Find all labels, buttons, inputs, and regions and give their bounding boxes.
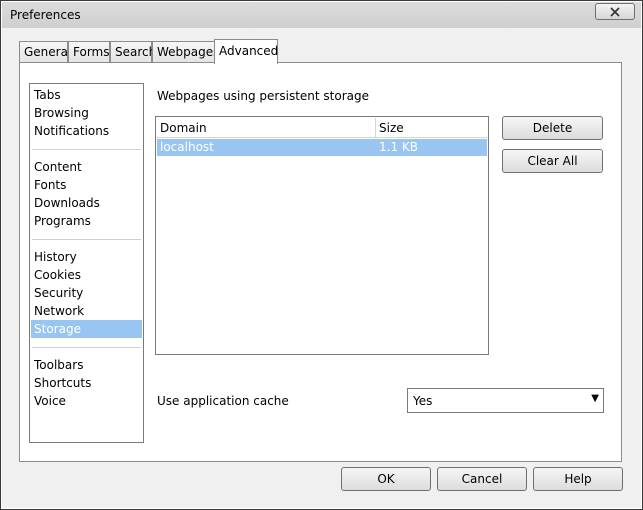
- sidebar-item-label: Network: [34, 304, 85, 318]
- ok-button[interactable]: OK: [341, 467, 431, 491]
- application-cache-label: Use application cache: [157, 394, 289, 408]
- preferences-window: Preferences General Forms Search Webpage…: [0, 0, 643, 510]
- sidebar-item-fonts[interactable]: Fonts: [31, 176, 142, 194]
- sidebar-item-label: Storage: [34, 322, 81, 336]
- sidebar-item-toolbars[interactable]: Toolbars: [31, 356, 142, 374]
- sidebar-item-label: Voice: [34, 394, 66, 408]
- sidebar-item-label: Programs: [34, 214, 91, 228]
- sidebar-item-cookies[interactable]: Cookies: [31, 266, 142, 284]
- ok-button-label: OK: [377, 472, 395, 486]
- sidebar-item-label: Downloads: [34, 196, 100, 210]
- delete-button-label: Delete: [532, 121, 573, 135]
- title-bar: Preferences: [2, 2, 641, 28]
- domain-cell: localhost: [160, 140, 214, 154]
- sidebar-item-programs[interactable]: Programs: [31, 212, 142, 230]
- tab-webpages[interactable]: Webpages: [152, 41, 219, 63]
- table-row[interactable]: localhost 1.1 KB: [157, 139, 487, 156]
- window-title: Preferences: [10, 8, 81, 22]
- sidebar-item-shortcuts[interactable]: Shortcuts: [31, 374, 142, 392]
- sidebar-item-downloads[interactable]: Downloads: [31, 194, 142, 212]
- sidebar-item-label: Content: [34, 160, 82, 174]
- sidebar-divider: [32, 149, 141, 150]
- sidebar-item-label: Tabs: [34, 88, 61, 102]
- close-icon: [610, 6, 620, 17]
- storage-heading: Webpages using persistent storage: [157, 89, 369, 103]
- tab-label: Forms: [73, 45, 110, 59]
- clear-all-button-label: Clear All: [527, 154, 578, 168]
- close-button[interactable]: [595, 3, 635, 20]
- sidebar-divider: [32, 347, 141, 348]
- chevron-down-icon: ▼: [591, 393, 599, 404]
- tab-label: Search: [115, 45, 157, 59]
- column-header-size[interactable]: Size: [376, 118, 487, 138]
- tab-search[interactable]: Search: [110, 41, 156, 63]
- column-header-domain[interactable]: Domain: [157, 118, 376, 138]
- help-button[interactable]: Help: [533, 467, 623, 491]
- tab-forms[interactable]: Forms: [68, 41, 110, 63]
- size-cell: 1.1 KB: [379, 140, 418, 154]
- sidebar-item-security[interactable]: Security: [31, 284, 142, 302]
- sidebar-item-tabs[interactable]: Tabs: [31, 86, 142, 104]
- cancel-button-label: Cancel: [461, 472, 503, 486]
- help-button-label: Help: [564, 472, 592, 486]
- delete-button[interactable]: Delete: [502, 116, 603, 140]
- sidebar-item-notifications[interactable]: Notifications: [31, 122, 142, 140]
- sidebar-divider: [32, 239, 141, 240]
- tab-general[interactable]: General: [19, 41, 72, 63]
- sidebar-item-label: Shortcuts: [34, 376, 92, 390]
- sidebar-item-label: Toolbars: [34, 358, 84, 372]
- sidebar: Tabs Browsing Notifications Content Font…: [29, 83, 144, 443]
- sidebar-item-storage[interactable]: Storage: [31, 320, 142, 338]
- sidebar-item-voice[interactable]: Voice: [31, 392, 142, 410]
- cancel-button[interactable]: Cancel: [437, 467, 527, 491]
- tab-label: General: [24, 45, 72, 59]
- application-cache-value: Yes: [413, 394, 433, 408]
- tab-advanced[interactable]: Advanced: [214, 39, 278, 64]
- sidebar-item-network[interactable]: Network: [31, 302, 142, 320]
- sidebar-item-browsing[interactable]: Browsing: [31, 104, 142, 122]
- sidebar-item-content[interactable]: Content: [31, 158, 142, 176]
- sidebar-item-label: Fonts: [34, 178, 67, 192]
- sidebar-item-label: Browsing: [34, 106, 89, 120]
- application-cache-select[interactable]: Yes ▼: [407, 388, 604, 413]
- tab-label: Webpages: [157, 45, 220, 59]
- sidebar-item-label: Cookies: [34, 268, 81, 282]
- sidebar-item-label: Notifications: [34, 124, 110, 138]
- clear-all-button[interactable]: Clear All: [502, 149, 603, 173]
- sidebar-item-label: Security: [34, 286, 84, 300]
- storage-table: Domain Size localhost 1.1 KB: [155, 116, 489, 355]
- sidebar-item-label: History: [34, 250, 77, 264]
- tab-label: Advanced: [219, 44, 279, 58]
- sidebar-item-history[interactable]: History: [31, 248, 142, 266]
